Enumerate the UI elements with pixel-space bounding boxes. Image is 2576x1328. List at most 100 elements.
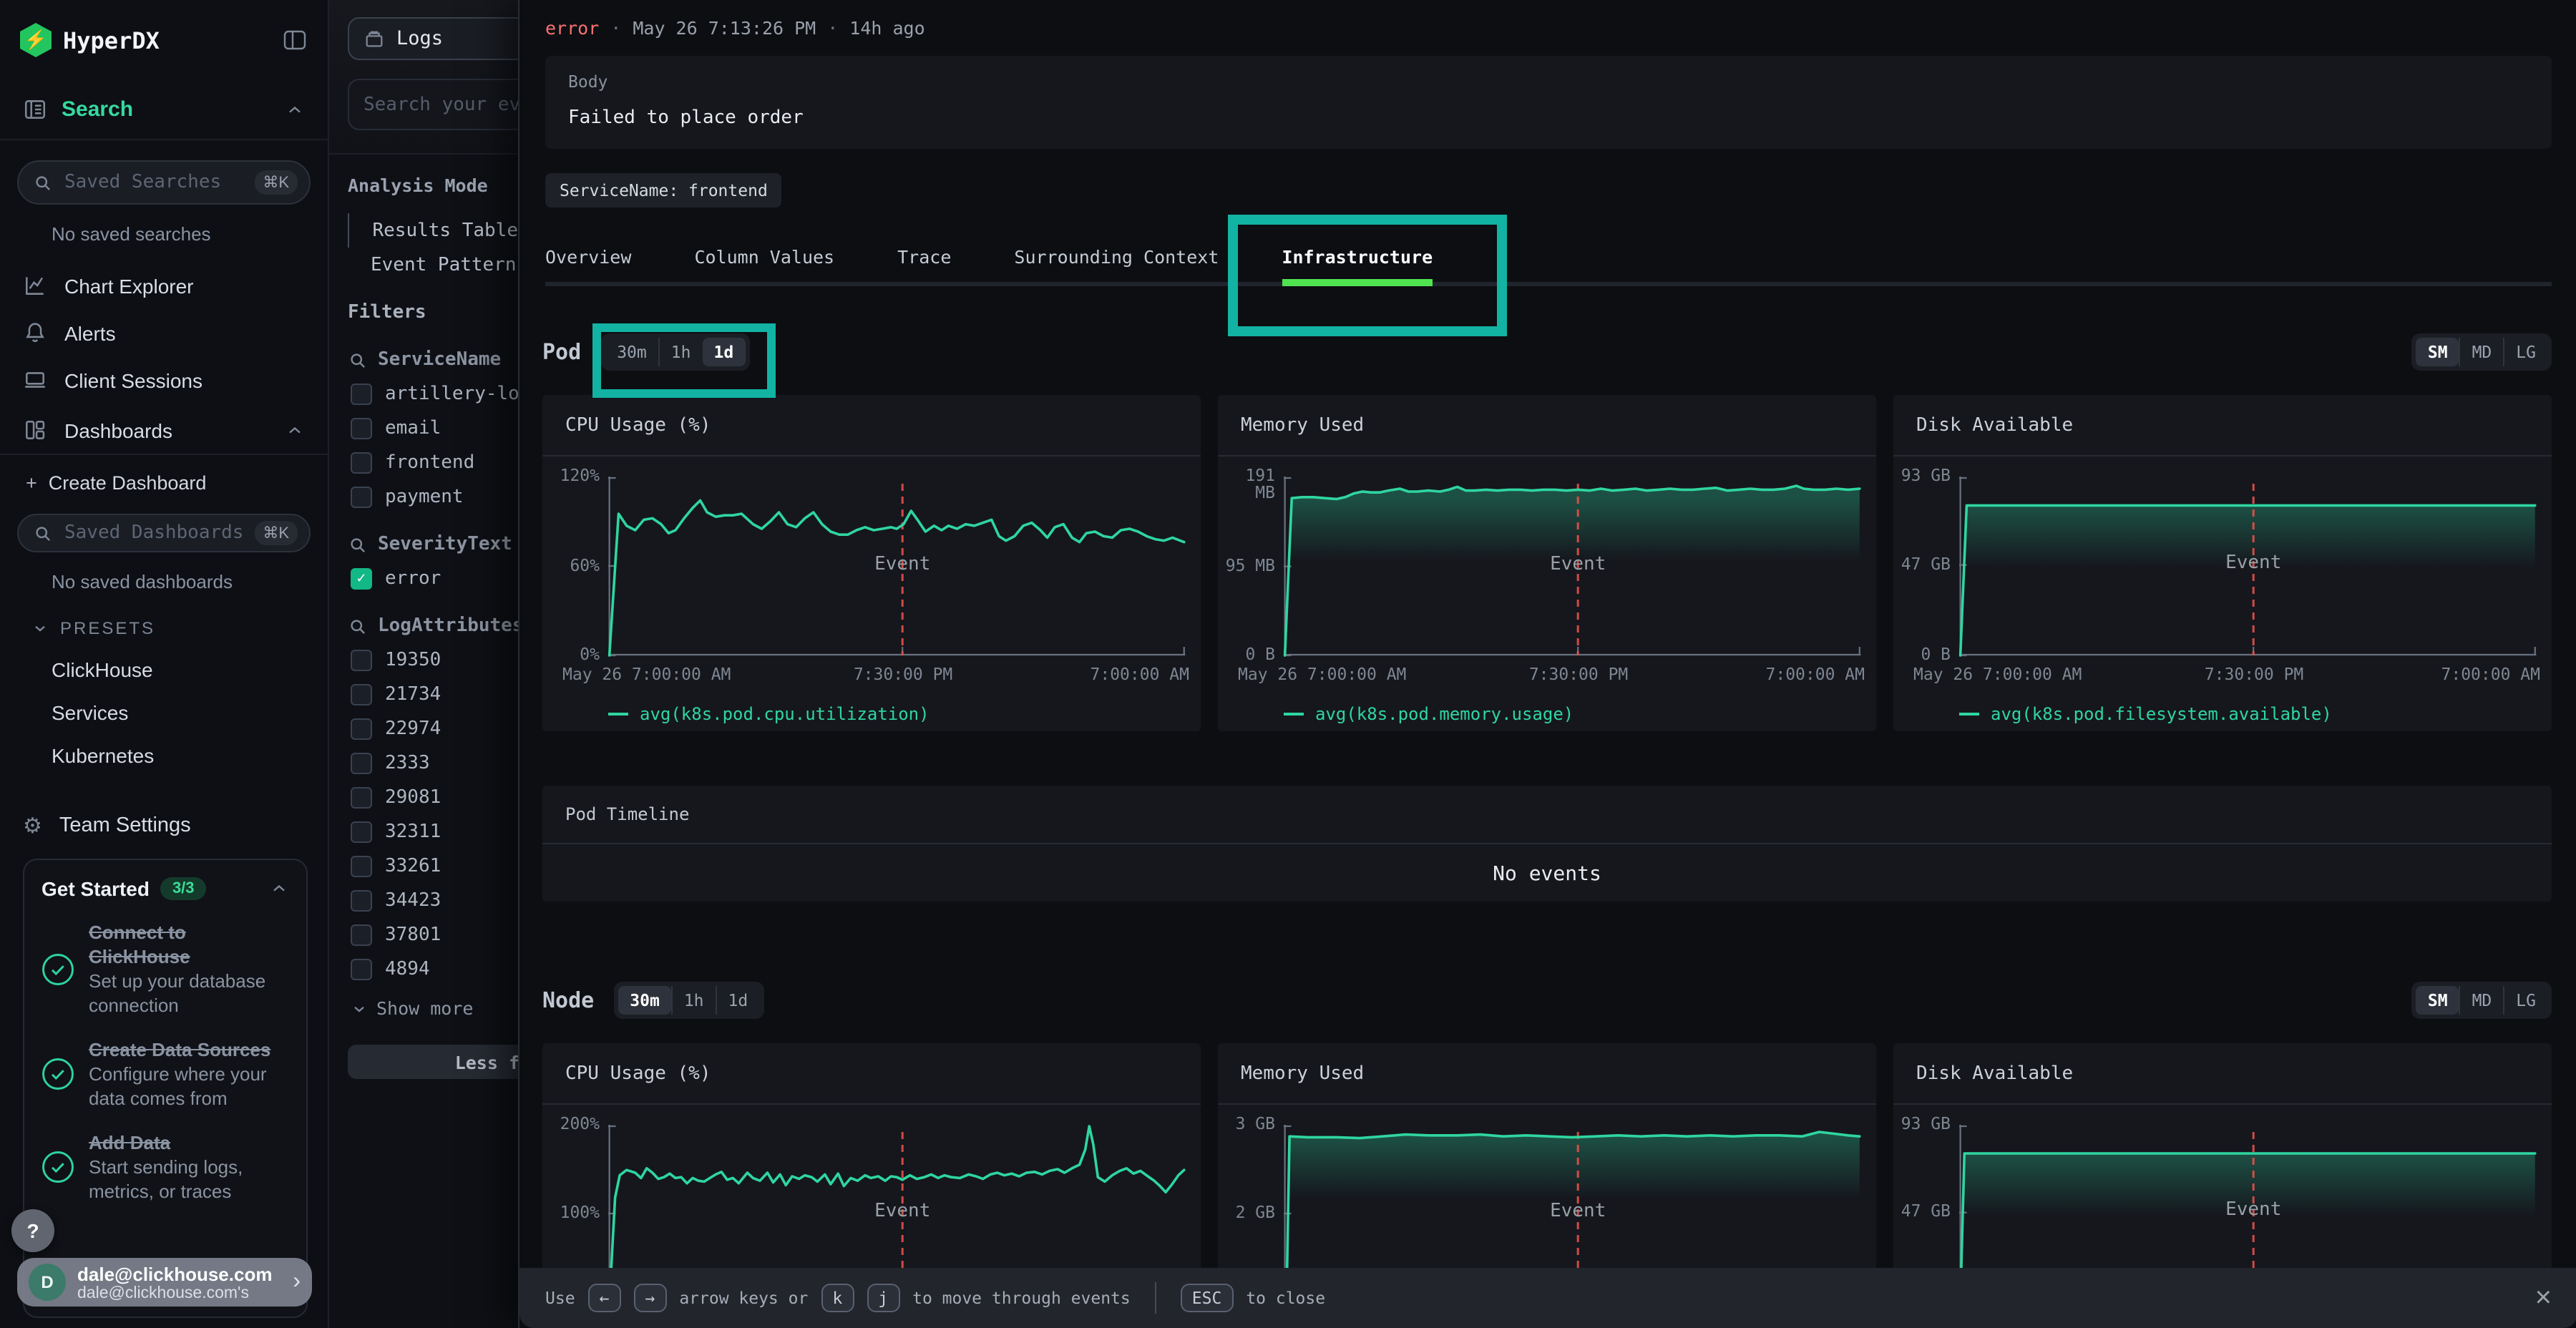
checkbox[interactable]: ✓ — [351, 452, 372, 474]
tab-column-values[interactable]: Column Values — [694, 232, 834, 282]
saved-dashboards-placeholder: Saved Dashboards — [64, 522, 243, 544]
search-icon — [348, 616, 368, 636]
node-size-lg[interactable]: LG — [2503, 986, 2547, 1015]
help-button[interactable]: ? — [11, 1209, 54, 1252]
checkbox[interactable]: ✓ — [351, 890, 372, 912]
pod-range-1h[interactable]: 1h — [658, 338, 703, 366]
preset-item-kubernetes[interactable]: Kubernetes — [52, 744, 328, 767]
body-label: Body — [568, 72, 2529, 92]
node-size-sm[interactable]: SM — [2416, 986, 2459, 1015]
node-range-30m[interactable]: 30m — [618, 986, 671, 1015]
preset-item-services[interactable]: Services — [52, 701, 328, 724]
chart-plot[interactable]: 93 GB47 GB0 BEvent — [1959, 477, 2537, 655]
filter-item-29081[interactable]: ✓29081 — [351, 787, 518, 809]
sidebar-item-chart-explorer[interactable]: Chart Explorer — [0, 262, 328, 309]
user-menu[interactable]: D dale@clickhouse.com dale@clickhouse.co… — [17, 1258, 312, 1307]
node-range-1d[interactable]: 1d — [716, 986, 760, 1015]
filter-item-artillery-load[interactable]: ✓artillery-load — [351, 384, 518, 405]
tab-overview[interactable]: Overview — [545, 232, 631, 282]
get-started-step[interactable]: Connect to ClickHouseSet up your databas… — [42, 920, 289, 1017]
filter-item-19350[interactable]: ✓19350 — [351, 650, 518, 671]
chevron-up-icon[interactable] — [269, 879, 289, 899]
node-range-1h[interactable]: 1h — [671, 986, 716, 1015]
filter-item-22974[interactable]: ✓22974 — [351, 718, 518, 740]
pod-range-1d[interactable]: 1d — [702, 338, 745, 366]
collapse-sidebar-icon[interactable] — [282, 29, 308, 52]
presets-toggle[interactable]: PRESETS — [31, 618, 328, 638]
tab-trace[interactable]: Trace — [897, 232, 951, 282]
chart-plot[interactable]: 120%60%0%Event — [608, 477, 1186, 655]
sidebar-item-client-sessions[interactable]: Client Sessions — [0, 356, 328, 404]
x-axis-label: 7:00:00 AM — [1766, 664, 1865, 684]
filter-group-header[interactable]: LogAttributes — [348, 615, 518, 637]
checkbox[interactable]: ✓ — [351, 924, 372, 946]
pod-range-30m[interactable]: 30m — [605, 338, 658, 366]
y-axis-label: 0 B — [1221, 645, 1275, 663]
filter-item-32311[interactable]: ✓32311 — [351, 821, 518, 843]
show-more-button[interactable]: Show more — [351, 997, 518, 1019]
checkbox[interactable]: ✓ — [351, 718, 372, 740]
y-axis-label: 93 GB — [1896, 467, 1951, 484]
close-icon[interactable]: × — [2535, 1284, 2552, 1312]
checkbox[interactable]: ✓ — [351, 787, 372, 809]
checkbox[interactable]: ✓ — [351, 856, 372, 877]
step-title: Connect to ClickHouse — [89, 920, 289, 969]
checkbox[interactable]: ✓ — [351, 650, 372, 671]
chevron-down-icon — [351, 1000, 368, 1017]
dashboards-label: Dashboards — [64, 419, 268, 441]
bell-icon — [23, 321, 47, 345]
preset-item-clickhouse[interactable]: ClickHouse — [52, 658, 328, 681]
pod-size-md[interactable]: MD — [2459, 338, 2504, 366]
node-size-md[interactable]: MD — [2459, 986, 2504, 1015]
checkbox[interactable]: ✓ — [351, 384, 372, 405]
chevron-up-icon[interactable] — [285, 420, 305, 440]
check-circle-icon — [42, 952, 74, 985]
tab-infrastructure[interactable]: Infrastructure — [1282, 232, 1433, 282]
checkbox[interactable]: ✓ — [351, 959, 372, 980]
filter-item-34423[interactable]: ✓34423 — [351, 890, 518, 912]
get-started-step[interactable]: Create Data SourcesConfigure where your … — [42, 1038, 289, 1110]
filter-item-payment[interactable]: ✓payment — [351, 487, 518, 508]
checkbox[interactable]: ✓ — [351, 487, 372, 508]
filter-item-error[interactable]: ✓error — [351, 568, 518, 590]
create-dashboard-button[interactable]: + Create Dashboard — [0, 455, 328, 494]
checkbox[interactable]: ✓ — [351, 821, 372, 843]
filter-item-frontend[interactable]: ✓frontend — [351, 452, 518, 474]
sidebar-section-search[interactable]: Search — [0, 80, 328, 140]
avatar: D — [29, 1264, 66, 1301]
presets-label: PRESETS — [60, 618, 155, 638]
chart-x-axis: May 26 7:00:00 AM7:30:00 PM7:00:00 AM — [1959, 664, 2537, 687]
chevron-up-icon[interactable] — [285, 99, 305, 119]
chart-plot[interactable]: 191 MB95 MB0 BEvent — [1284, 477, 1862, 655]
checkbox[interactable]: ✓ — [351, 684, 372, 706]
chart-legend[interactable]: avg(k8s.pod.cpu.utilization) — [608, 704, 1186, 724]
chart-legend[interactable]: avg(k8s.pod.memory.usage) — [1284, 704, 1862, 724]
filter-item-2333[interactable]: ✓2333 — [351, 753, 518, 774]
filter-item-21734[interactable]: ✓21734 — [351, 684, 518, 706]
event-header: error · May 26 7:13:26 PM · 14h ago — [519, 0, 2576, 39]
checkbox[interactable]: ✓ — [351, 418, 372, 439]
pod-size-lg[interactable]: LG — [2503, 338, 2547, 366]
chart-legend[interactable]: avg(k8s.pod.filesystem.available) — [1959, 704, 2537, 724]
hint-text: to close — [1246, 1288, 1325, 1308]
filter-item-email[interactable]: ✓email — [351, 418, 518, 439]
checkbox[interactable]: ✓ — [351, 753, 372, 774]
saved-searches-input[interactable]: Saved Searches ⌘K — [17, 160, 311, 205]
get-started-step[interactable]: Add DataStart sending logs, metrics, or … — [42, 1131, 289, 1204]
filter-item-4894[interactable]: ✓4894 — [351, 959, 518, 980]
checkbox[interactable]: ✓ — [351, 568, 372, 590]
saved-dashboards-input[interactable]: Saved Dashboards ⌘K — [17, 514, 311, 552]
pod-size-sm[interactable]: SM — [2416, 338, 2459, 366]
filter-item-37801[interactable]: ✓37801 — [351, 924, 518, 946]
filter-group-header[interactable]: SeverityText — [348, 534, 518, 555]
hint-text: to move through events — [912, 1288, 1131, 1308]
tab-surrounding-context[interactable]: Surrounding Context — [1014, 232, 1219, 282]
sidebar-section-dashboards[interactable]: Dashboards — [0, 406, 328, 455]
filter-item-33261[interactable]: ✓33261 — [351, 856, 518, 877]
filter-group-header[interactable]: ServiceName — [348, 349, 518, 371]
sidebar-item-alerts[interactable]: Alerts — [0, 309, 328, 356]
analysis-mode-option-results-table[interactable]: Results Table — [348, 213, 518, 248]
sidebar-item-team-settings[interactable]: ⚙ Team Settings — [0, 801, 328, 850]
analysis-mode-option-event-patterns[interactable]: Event Patterns — [348, 248, 518, 282]
service-name-tag[interactable]: ServiceName: frontend — [545, 173, 782, 208]
